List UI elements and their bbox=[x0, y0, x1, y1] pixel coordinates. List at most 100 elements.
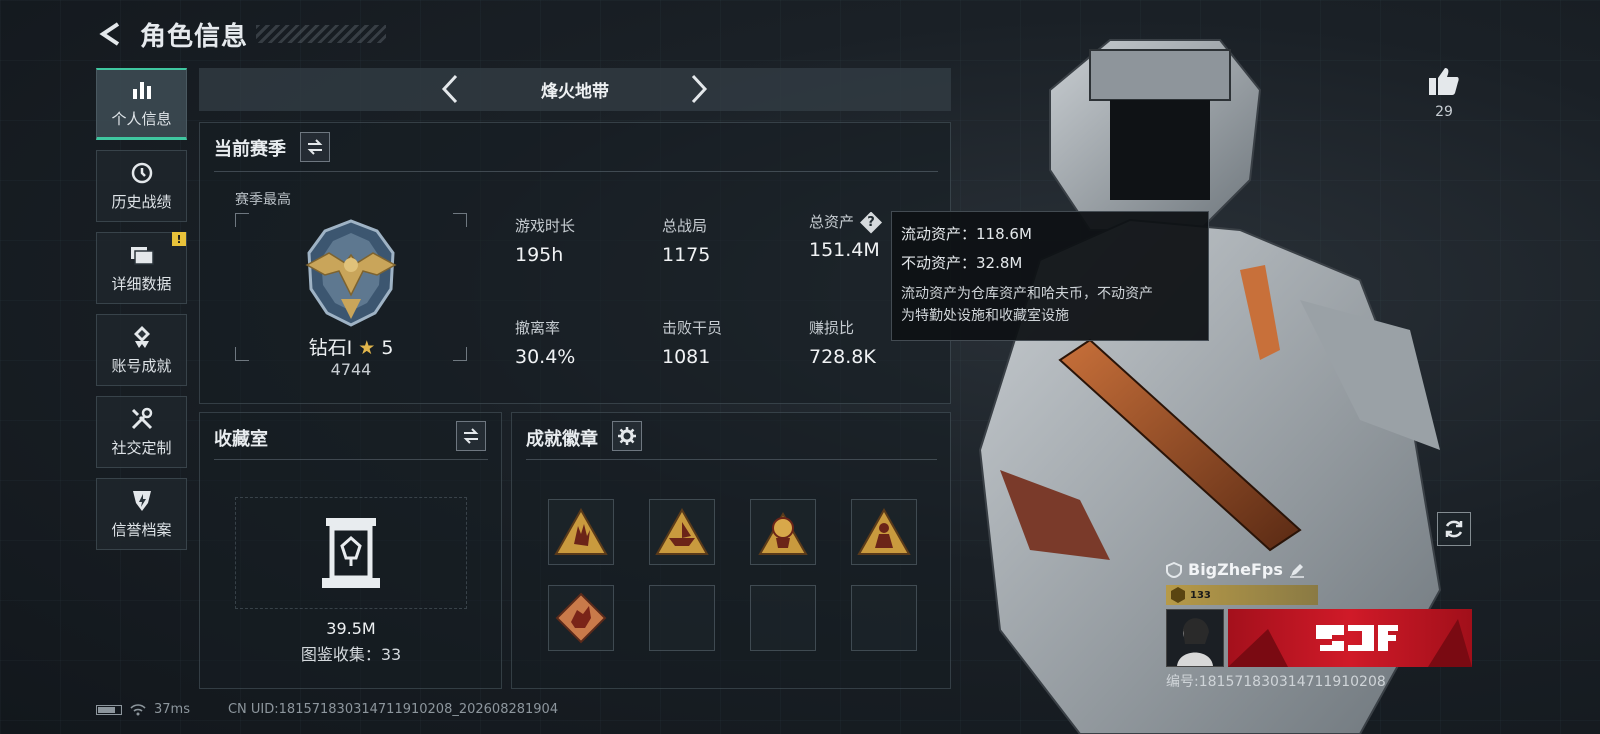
header: 角色信息 bbox=[96, 14, 387, 54]
collection-count: 图鉴收集：33 bbox=[300, 645, 402, 664]
sidebar-item-label: 历史战绩 bbox=[111, 192, 172, 211]
stat-label: 游戏时长 bbox=[515, 217, 576, 235]
season-best-label: 赛季最高 bbox=[235, 192, 291, 208]
ping: 37ms bbox=[154, 702, 190, 717]
level-badge-icon bbox=[1171, 587, 1185, 603]
team-logo-icon bbox=[1228, 619, 1472, 667]
badges-title: 成就徽章 bbox=[526, 429, 598, 450]
next-mode-arrow-icon[interactable] bbox=[684, 74, 714, 104]
uid-text: CN UID:1815718303147119102​08_2026082819… bbox=[227, 702, 559, 717]
battery-icon bbox=[96, 704, 122, 715]
sidebar-item-social[interactable]: 社交定制 bbox=[96, 396, 187, 468]
mode-switcher: 烽火地带 bbox=[199, 68, 951, 111]
stat-value: 1175 bbox=[662, 244, 711, 266]
frame-corner bbox=[453, 213, 467, 227]
tools-icon bbox=[130, 407, 154, 431]
history-clock-icon bbox=[130, 161, 154, 185]
stat-value: 151.4M bbox=[809, 238, 880, 261]
rank-name-row: 钻石Ⅰ ★ 5 bbox=[235, 333, 467, 360]
player-level: 133 bbox=[1190, 589, 1211, 601]
tooltip-description: 流动资产为仓库资产和哈夫币，不动资产 为特勤处设施和收藏室设施 bbox=[901, 283, 1199, 328]
sidebar-item-label: 账号成就 bbox=[111, 356, 172, 375]
sidebar-item-label: 社交定制 bbox=[111, 438, 172, 457]
liquid-assets: 流动资产：118.6M bbox=[901, 225, 1032, 243]
rank-score: 4744 bbox=[330, 360, 372, 379]
stat-value: 195h bbox=[515, 244, 564, 266]
prev-mode-arrow-icon[interactable] bbox=[435, 74, 465, 104]
gear-icon bbox=[618, 427, 636, 445]
collection-panel[interactable]: 收藏室 39.5M 图鉴收集：33 bbox=[199, 412, 502, 689]
collection-display bbox=[235, 497, 467, 609]
season-panel: 当前赛季 赛季最高 钻石Ⅰ ★ 5 4744 游戏时长 195h 总战局 117… bbox=[199, 122, 951, 404]
rank-stars: 5 bbox=[381, 337, 394, 359]
stat-total-assets: 总资产? 151.4M bbox=[809, 211, 883, 261]
hand-badge-icon[interactable] bbox=[548, 499, 614, 565]
badges-panel: 成就徽章 bbox=[511, 412, 951, 689]
folder-icon bbox=[130, 243, 154, 267]
soldier-badge-icon[interactable] bbox=[851, 499, 917, 565]
rank-name: 钻石Ⅰ bbox=[308, 337, 353, 359]
badges-settings-button[interactable] bbox=[612, 421, 642, 451]
sidebar-item-details[interactable]: ! 详细数据 bbox=[96, 232, 187, 304]
sidebar-item-reputation[interactable]: 信誉档案 bbox=[96, 478, 187, 550]
stat-total-matches: 总战局 1175 bbox=[662, 215, 710, 266]
empty-badge-slot[interactable] bbox=[649, 585, 715, 651]
edit-pencil-icon[interactable] bbox=[1289, 562, 1305, 578]
like-count: 29 bbox=[1435, 104, 1453, 120]
collection-switch-button[interactable] bbox=[456, 421, 486, 451]
player-name: BigZheFps bbox=[1188, 560, 1283, 579]
stat-play-time: 游戏时长 195h bbox=[515, 215, 575, 266]
player-id: 编号:1815718303147119102​08 bbox=[1166, 674, 1386, 690]
sidebar-item-label: 信誉档案 bbox=[111, 520, 172, 539]
tooltip-desc-line: 为特勤处设施和收藏室设施 bbox=[901, 308, 1069, 325]
stat-value: 728.8K bbox=[809, 346, 876, 368]
sidebar-item-history[interactable]: 历史战绩 bbox=[96, 150, 187, 222]
player-banner-row bbox=[1166, 609, 1506, 667]
back-arrow-icon[interactable] bbox=[96, 19, 126, 49]
rank-frame: 钻石Ⅰ ★ 5 4744 bbox=[235, 213, 467, 379]
swap-icon bbox=[307, 139, 323, 155]
trophy-badge-icon[interactable] bbox=[750, 499, 816, 565]
stat-label-row: 总资产? bbox=[809, 211, 883, 234]
stat-label: 击败干员 bbox=[662, 319, 723, 337]
achievement-icon bbox=[130, 325, 154, 349]
thumbs-up-icon bbox=[1429, 68, 1459, 95]
like-button[interactable]: 29 bbox=[1422, 66, 1466, 120]
boat-badge-icon[interactable] bbox=[649, 499, 715, 565]
level-strip: 133 bbox=[1166, 585, 1318, 605]
shield-icon bbox=[130, 489, 154, 513]
warning-badge: ! bbox=[172, 232, 186, 246]
player-card: BigZheFps 133 编号:1815718303147119102​08 bbox=[1166, 560, 1506, 691]
player-name-row: BigZheFps bbox=[1166, 560, 1506, 579]
refresh-button[interactable] bbox=[1437, 512, 1471, 546]
sidebar-item-personal-info[interactable]: 个人信息 bbox=[96, 68, 187, 140]
sidebar-item-achievements[interactable]: 账号成就 bbox=[96, 314, 187, 386]
stat-operators-defeated: 击败干员 1081 bbox=[662, 317, 722, 368]
star-icon: ★ bbox=[358, 337, 376, 359]
stat-label: 赚损比 bbox=[809, 319, 855, 337]
assets-tooltip: 流动资产：118.6M 不动资产：32.8M 流动资产为仓库资产和哈夫币，不动资… bbox=[891, 211, 1209, 341]
refresh-icon bbox=[1445, 520, 1463, 538]
dragon-badge-icon[interactable] bbox=[548, 585, 614, 651]
diamond-rank-emblem-icon bbox=[305, 219, 397, 327]
help-icon[interactable]: ? bbox=[860, 211, 883, 234]
stat-label: 总战局 bbox=[662, 217, 708, 235]
stat-value: 1081 bbox=[662, 346, 711, 368]
fixed-assets: 不动资产：32.8M bbox=[901, 253, 1023, 272]
sidebar-item-label: 个人信息 bbox=[111, 110, 172, 128]
stat-extraction-rate: 撤离率 30.4% bbox=[515, 317, 575, 368]
avatar[interactable] bbox=[1166, 609, 1224, 667]
divider bbox=[214, 459, 488, 460]
stat-profit-loss: 赚损比 728.8K bbox=[809, 317, 876, 368]
page-title: 角色信息 bbox=[140, 21, 249, 52]
season-switch-button[interactable] bbox=[300, 132, 330, 162]
sidebar: 个人信息 历史战绩 ! 详细数据 账号成就 社交定制 信誉档案 bbox=[96, 68, 187, 550]
empty-badge-slot[interactable] bbox=[750, 585, 816, 651]
collection-value: 39.5M bbox=[326, 619, 376, 638]
empty-badge-slot[interactable] bbox=[851, 585, 917, 651]
team-banner[interactable] bbox=[1228, 609, 1472, 667]
divider bbox=[526, 459, 937, 460]
season-panel-title: 当前赛季 bbox=[214, 139, 286, 160]
display-case-icon bbox=[322, 518, 380, 588]
status-bar: 37ms CN UID:1815718303147119102​08_20260… bbox=[96, 702, 558, 717]
